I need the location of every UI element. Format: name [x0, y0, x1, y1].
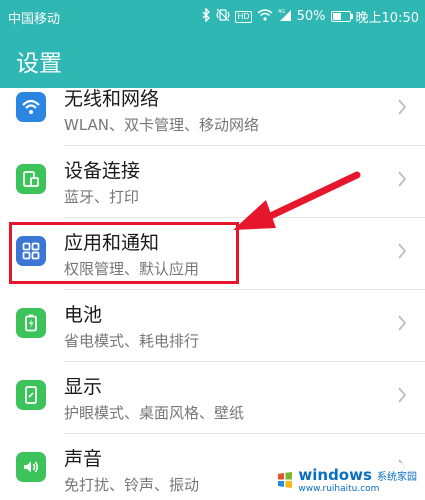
arrow-annotation-icon — [233, 171, 361, 230]
windows-logo-icon — [278, 471, 293, 488]
watermark-url: www.ruihaitu.com — [298, 484, 380, 494]
watermark-sub-text: 系统家园 — [377, 472, 417, 483]
site-watermark: windows 系统家园 www.ruihaitu.com — [272, 463, 421, 496]
watermark-main-text: windows — [298, 466, 372, 484]
